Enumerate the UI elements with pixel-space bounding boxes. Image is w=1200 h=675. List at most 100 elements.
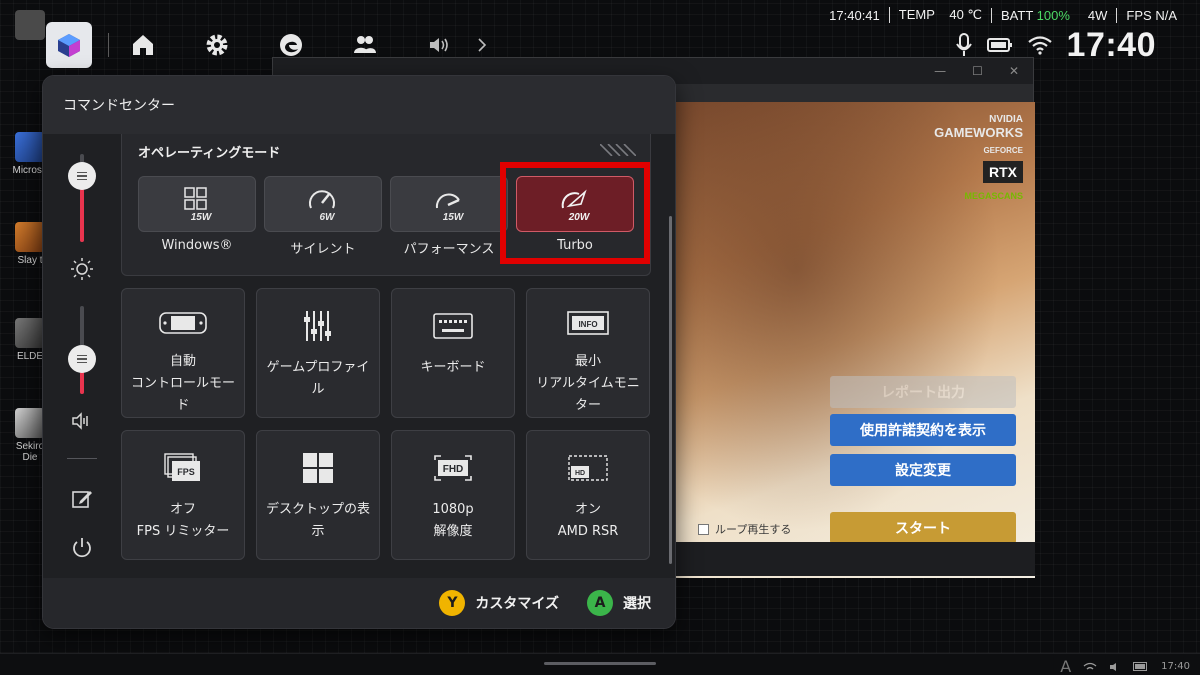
edit-button[interactable] [69, 486, 95, 512]
tray-clock: 17:40 [1161, 661, 1190, 672]
resolution-tile[interactable]: FHD 1080p 解像度 [391, 430, 515, 560]
overlay-temp: TEMP 40 ℃ [888, 7, 991, 23]
people-icon [354, 36, 376, 53]
friends-button[interactable] [351, 31, 379, 59]
badge-brand: NVIDIA [989, 114, 1023, 125]
app-icon [15, 132, 45, 162]
brightness-label [69, 256, 95, 282]
select-label[interactable]: 選択 [623, 593, 651, 613]
tile-line1: 1080p [432, 502, 474, 517]
batt-label: BATT [1001, 7, 1034, 23]
y-button-icon: Y [439, 590, 466, 616]
batt-value: 100% [1036, 7, 1070, 23]
mode-watts: 6W [320, 212, 337, 222]
game-launcher-art: NVIDIA GAMEWORKS GEFORCE RTX MEGASCANS レ… [668, 102, 1035, 578]
tile-line2: AMD RSR [557, 524, 619, 539]
badge-gameworks: GAMEWORKS [934, 125, 1023, 140]
amd-rsr-tile[interactable]: HD オン AMD RSR [526, 430, 650, 560]
fhd-icon: FHD [434, 455, 472, 481]
mode-performance-button[interactable]: 15W [390, 176, 508, 232]
microphone-icon[interactable] [955, 33, 973, 57]
keyboard-tile[interactable]: キーボード [391, 288, 515, 418]
home-indicator[interactable] [544, 662, 656, 665]
taskbar: A 17:40 [0, 653, 1200, 675]
report-button[interactable]: レポート出力 [830, 376, 1016, 408]
settings-button[interactable] [203, 31, 231, 59]
chevron-right-icon [478, 38, 487, 52]
license-button[interactable]: 使用許諾契約を表示 [830, 414, 1016, 446]
battery-icon [986, 38, 1012, 52]
gauge-mid-icon: 15W [435, 193, 465, 222]
mode-windows-label: Windows® [161, 238, 233, 253]
overlay-power: 4W [1087, 7, 1108, 23]
volume-label [69, 408, 95, 434]
browser-button[interactable] [277, 31, 305, 59]
badge-megascans: MEGASCANS [964, 191, 1023, 201]
tile-line2: FPS リミッター [136, 524, 230, 539]
tile-line1: オフ [169, 502, 196, 517]
panel-header: コマンドセンター [43, 76, 675, 134]
realtime-monitor-tile[interactable]: INFO 最小 リアルタイムモニター [526, 288, 650, 418]
speaker-icon [430, 38, 448, 52]
tray-battery-icon [1133, 662, 1148, 671]
temp-label: TEMP [898, 7, 935, 22]
show-desktop-tile[interactable]: デスクトップの表示 [256, 430, 380, 560]
control-mode-tile[interactable]: 自動 コントロールモード [121, 288, 245, 418]
temp-value: 40 ℃ [949, 7, 983, 22]
app-icon [15, 222, 45, 252]
desktop-icon-label: Die [22, 452, 38, 463]
customize-label[interactable]: カスタマイズ [475, 593, 559, 613]
app-launcher-button[interactable] [46, 22, 92, 68]
operating-mode-title: オペレーティングモード [138, 146, 281, 161]
equalizer-sliders-icon [304, 311, 331, 341]
panel-scrollbar[interactable] [669, 216, 672, 564]
desktop-icon[interactable] [10, 10, 50, 43]
gauge-low-icon: 6W [309, 190, 337, 222]
overlay-battery: BATT 100% [991, 7, 1079, 23]
brightness-slider-thumb[interactable] [68, 162, 96, 190]
tray-wifi-icon[interactable] [1083, 662, 1097, 672]
power-button[interactable] [69, 534, 95, 560]
tile-line2: コントロールモード [130, 376, 235, 413]
font-a-icon[interactable]: A [1060, 657, 1071, 675]
keyboard-icon [433, 313, 473, 339]
home-button[interactable] [129, 31, 157, 59]
mode-silent-button[interactable]: 6W [264, 176, 382, 232]
svg-text:INFO: INFO [578, 320, 597, 329]
tile-line1: 最小 [574, 354, 601, 369]
volume-button[interactable] [425, 31, 453, 59]
edge-browser-icon [280, 34, 302, 56]
overlay-time: 17:40:41 [829, 7, 880, 23]
svg-text:FPS: FPS [177, 467, 195, 477]
volume-slider-thumb[interactable] [68, 344, 96, 373]
maximize-icon[interactable]: ☐ [972, 64, 983, 78]
mode-windows-button[interactable]: 15W [138, 176, 256, 232]
minimize-icon[interactable]: — [934, 64, 946, 78]
wifi-icon[interactable] [1027, 35, 1053, 55]
mode-turbo-label: Turbo [557, 238, 593, 253]
home-icon [133, 35, 153, 55]
loop-checkbox[interactable]: ループ再生する [698, 521, 791, 537]
svg-text:HD: HD [575, 470, 585, 477]
mode-turbo-button[interactable]: 20W [516, 176, 634, 232]
tray-speaker-icon[interactable] [1109, 662, 1121, 672]
mode-performance-label: パフォーマンス [403, 242, 495, 257]
fps-limiter-tile[interactable]: FPS オフ FPS リミッター [121, 430, 245, 560]
close-icon[interactable]: ✕ [1009, 64, 1019, 78]
a-button-icon: A [587, 590, 613, 616]
panel-footer: Y カスタマイズ A 選択 [43, 578, 675, 628]
settings-change-button[interactable]: 設定変更 [830, 454, 1016, 486]
checkbox-box[interactable] [698, 523, 709, 535]
toolbar-clock: 17:40 [1066, 25, 1156, 64]
windows-grid-icon: 15W [184, 187, 213, 222]
decorative-stripes-icon [600, 144, 636, 156]
tile-line2: キーボード [420, 360, 486, 375]
app-icon [15, 408, 45, 438]
desktop-icon-label: Sekiro [15, 441, 45, 452]
speaker-volume-icon [72, 412, 88, 430]
tile-line1: 自動 [169, 354, 196, 369]
start-button[interactable]: スタート [830, 512, 1016, 544]
toolbar-more-button[interactable] [475, 31, 489, 59]
game-profile-tile[interactable]: ゲームプロファイル [256, 288, 380, 418]
power-icon [73, 538, 91, 558]
